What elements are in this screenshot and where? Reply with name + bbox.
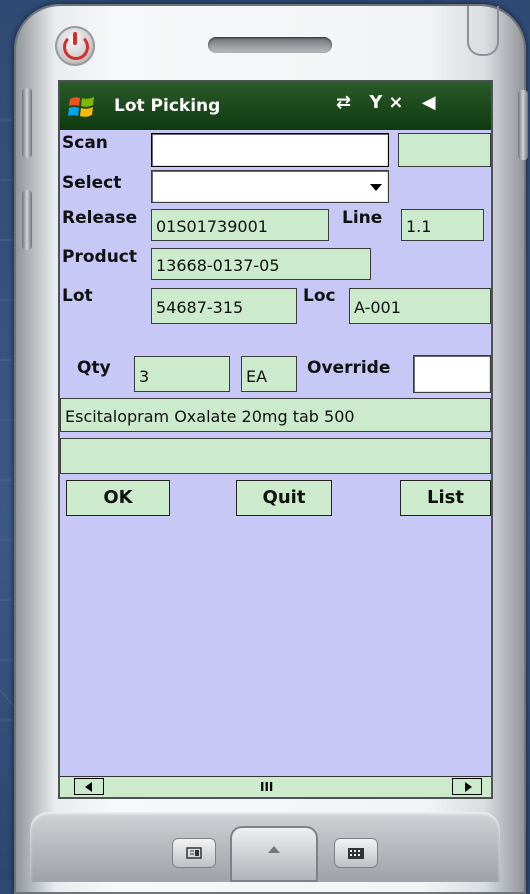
horizontal-scrollbar[interactable]: III — [60, 776, 491, 797]
release-field: 01S01739001 — [151, 209, 329, 241]
side-button-left[interactable] — [22, 88, 32, 158]
keyboard-icon — [348, 848, 364, 859]
app-title: Lot Picking — [114, 96, 221, 116]
contacts-icon — [186, 847, 202, 859]
qty-field: 3 — [134, 356, 230, 392]
side-button-left-lower[interactable] — [22, 190, 32, 250]
dpad-up-icon[interactable] — [268, 846, 280, 853]
override-input[interactable] — [413, 355, 491, 393]
title-bar: Lot Picking ⇄ Y× ◀ — [60, 82, 491, 130]
arrow-right-icon — [465, 782, 472, 792]
line-field: 1.1 — [401, 209, 484, 241]
contacts-hardware-button[interactable] — [172, 838, 216, 868]
power-icon-bar — [73, 32, 77, 45]
lot-label: Lot — [62, 286, 93, 306]
ok-button[interactable]: OK — [66, 480, 170, 516]
connectivity-signal-volume-icons[interactable]: ⇄ Y× ◀ — [336, 92, 442, 113]
stylus-holder — [467, 6, 499, 56]
release-label: Release — [62, 208, 138, 228]
product-field: 13668-0137-05 — [151, 248, 371, 280]
speaker-grille — [208, 37, 332, 53]
device-screen: Lot Picking ⇄ Y× ◀ Scan Select Release 0… — [60, 82, 491, 797]
dpad-navigation[interactable] — [230, 826, 318, 882]
product-label: Product — [62, 247, 137, 267]
quit-button[interactable]: Quit — [236, 480, 332, 516]
side-button-right[interactable] — [518, 90, 528, 160]
scroll-right-button[interactable] — [452, 778, 482, 795]
loc-field: A-001 — [349, 288, 491, 324]
keyboard-hardware-button[interactable] — [334, 838, 378, 868]
loc-label: Loc — [303, 286, 336, 306]
qty-label: Qty — [77, 358, 111, 378]
chevron-down-icon[interactable] — [370, 184, 382, 191]
scroll-left-button[interactable] — [74, 778, 104, 795]
scan-label: Scan — [62, 133, 108, 153]
scroll-thumb[interactable]: III — [260, 780, 273, 794]
lot-field: 54687-315 — [151, 288, 297, 324]
override-label: Override — [307, 358, 391, 378]
windows-start-icon[interactable] — [68, 94, 96, 120]
message-field — [60, 438, 491, 474]
scan-status-box — [398, 133, 491, 167]
select-dropdown[interactable] — [151, 170, 389, 203]
uom-field: EA — [241, 356, 297, 392]
list-button[interactable]: List — [400, 480, 491, 516]
select-label: Select — [62, 173, 122, 193]
scan-input[interactable] — [151, 133, 389, 167]
description-field: Escitalopram Oxalate 20mg tab 500 — [60, 398, 491, 432]
power-button[interactable] — [55, 26, 95, 66]
arrow-left-icon — [85, 782, 92, 792]
line-label: Line — [342, 208, 383, 228]
